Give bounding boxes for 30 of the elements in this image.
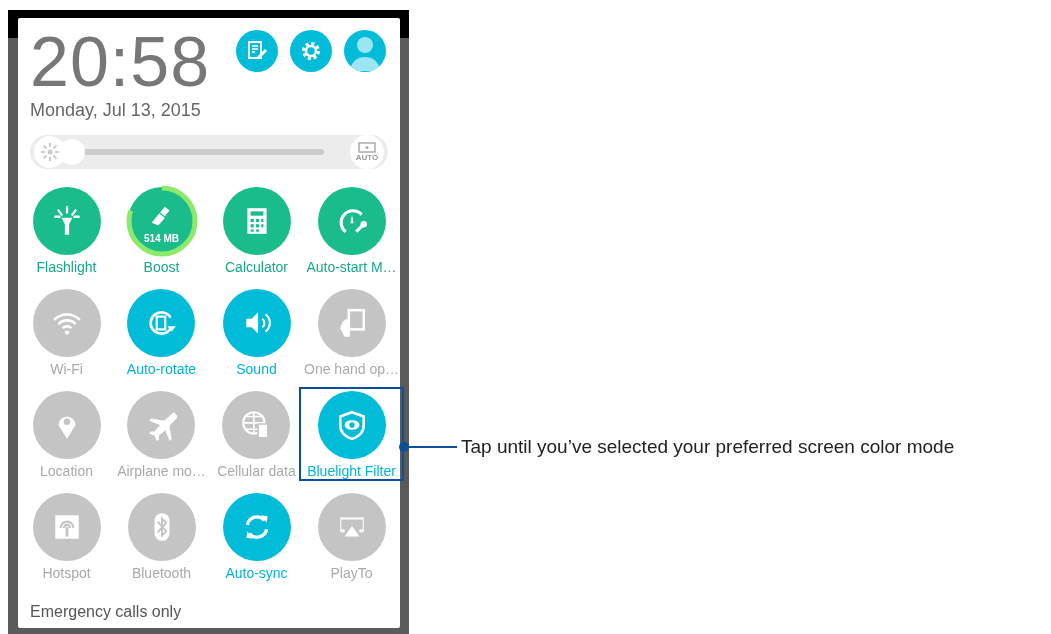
quick-setting-tile[interactable]: 514 MB Boost: [127, 187, 196, 275]
profile-button[interactable]: [344, 30, 386, 72]
brightness-slider[interactable]: AUTO: [30, 135, 388, 169]
quick-setting-tile[interactable]: Auto-start M…: [306, 187, 397, 275]
quick-setting-tile[interactable]: Bluelight Filter: [301, 389, 402, 479]
quick-setting-tile[interactable]: Wi-Fi: [32, 289, 101, 377]
clock-time: 20:58: [30, 26, 211, 98]
quick-setting-tile[interactable]: Hotspot: [32, 493, 101, 581]
quick-setting-tile[interactable]: Location: [32, 391, 101, 479]
date-text: Monday, Jul 13, 2015: [30, 100, 202, 121]
quick-setting-tile[interactable]: Auto-rotate: [126, 289, 197, 377]
memory-reading: 514 MB: [144, 233, 179, 244]
quick-setting-tile[interactable]: PlayTo: [317, 493, 386, 581]
status-text: Emergency calls only: [29, 602, 183, 622]
quick-setting-tile[interactable]: Cellular data: [217, 391, 296, 479]
notes-button[interactable]: [236, 30, 278, 72]
quick-setting-tile[interactable]: Sound: [222, 289, 291, 377]
callout-text: Tap until you’ve selected your preferred screen color mode: [461, 436, 955, 458]
quick-setting-tile[interactable]: Calculator: [222, 187, 291, 275]
quick-setting-tile[interactable]: Auto-sync: [222, 493, 291, 581]
auto-brightness-button[interactable]: AUTO: [350, 135, 384, 169]
quick-setting-tile[interactable]: Flashlight: [32, 187, 101, 275]
settings-icon: [300, 40, 322, 62]
quick-setting-tile[interactable]: Airplane mo…: [117, 391, 206, 479]
quick-setting-tile[interactable]: Bluetooth: [127, 493, 196, 581]
quick-setting-tile[interactable]: One hand op…: [304, 289, 399, 377]
brightness-icon: [39, 141, 61, 163]
screen-icon: [358, 142, 376, 153]
note-pencil-icon: [246, 40, 268, 62]
settings-button[interactable]: [290, 30, 332, 72]
